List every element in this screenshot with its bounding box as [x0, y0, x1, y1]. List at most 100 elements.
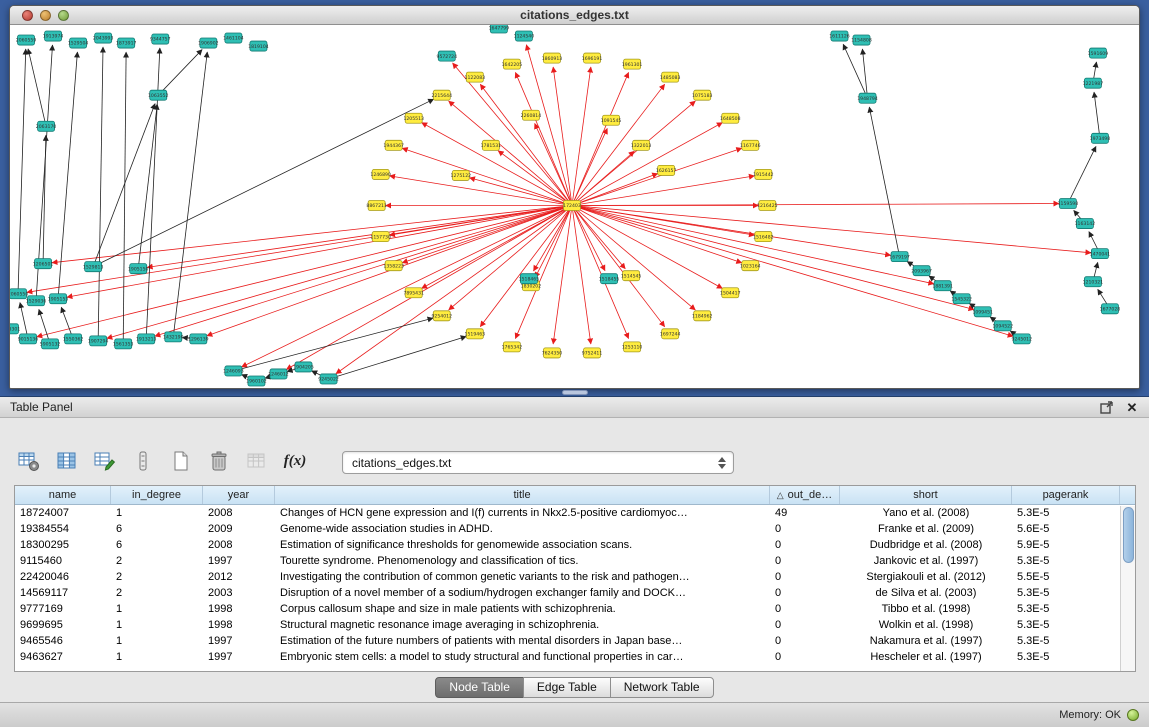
function-builder-icon[interactable]: f(x) [282, 448, 308, 474]
network-node[interactable]: 2260814 [521, 110, 542, 120]
network-node[interactable]: 1642205 [502, 59, 523, 69]
close-panel-icon[interactable]: ✕ [1125, 400, 1139, 414]
network-node[interactable]: 1961301 [622, 59, 643, 69]
network-node[interactable]: 1904205 [293, 362, 314, 372]
network-node[interactable]: 1167746 [740, 140, 761, 150]
network-node[interactable]: 1206501 [33, 259, 54, 269]
network-node[interactable]: 1697244 [660, 329, 681, 339]
network-node[interactable]: 9245022 [318, 374, 339, 384]
network-node[interactable]: 1432190 [163, 332, 184, 342]
network-node[interactable]: 1253110 [622, 342, 643, 352]
network-node[interactable]: 1913213 [136, 334, 157, 344]
network-node[interactable]: 1516482 [753, 232, 774, 242]
network-node[interactable]: 1545322 [951, 294, 972, 304]
table-row[interactable]: 911546021997Tourette syndrome. Phenomeno… [15, 553, 1120, 569]
network-node[interactable]: 7624350 [542, 348, 563, 358]
network-node[interactable]: 1461104 [223, 33, 244, 43]
network-node[interactable]: 1960102 [246, 376, 267, 386]
show-columns-icon[interactable] [54, 448, 80, 474]
network-node[interactable]: 1907294 [88, 336, 109, 346]
table-row[interactable]: 1872400712008Changes of HCN gene express… [15, 505, 1120, 521]
network-node[interactable]: 1091545 [601, 115, 622, 125]
network-node[interactable]: 1647799 [489, 25, 510, 33]
network-node[interactable]: 1529504 [68, 38, 89, 48]
column-header-title[interactable]: title [275, 486, 770, 504]
network-node[interactable]: 1157730 [370, 232, 391, 242]
network-node[interactable]: 1626157 [656, 165, 677, 175]
network-node[interactable]: 1860913 [542, 53, 563, 63]
network-node[interactable]: 1550362 [63, 334, 84, 344]
network-node[interactable]: 2060559 [16, 35, 37, 45]
network-node[interactable]: 1881391 [932, 281, 953, 291]
network-node[interactable]: 9015136 [18, 334, 39, 344]
network-node[interactable]: 9245012 [1012, 334, 1033, 344]
network-node[interactable]: 1358223 [383, 261, 404, 271]
network-canvas[interactable]: 1724031216425151648210231641504417118496… [10, 25, 1139, 388]
network-node[interactable]: 2060550 [10, 289, 28, 299]
table-row[interactable]: 946362711997Embryonic stem cells: a mode… [15, 649, 1120, 665]
network-node[interactable]: 1075183 [692, 90, 713, 100]
network-node[interactable]: 1184962 [692, 311, 713, 321]
network-node[interactable]: 9752411 [582, 348, 603, 358]
network-node[interactable]: 1561353 [113, 339, 134, 349]
float-panel-icon[interactable] [1099, 400, 1113, 414]
network-node[interactable]: 1948794 [857, 93, 878, 103]
network-node[interactable]: 1221987 [1083, 78, 1104, 88]
splitter-handle[interactable] [562, 390, 588, 395]
network-node[interactable]: 1485083 [660, 72, 681, 82]
network-node[interactable]: 1915442 [753, 169, 774, 179]
network-node[interactable]: 2043993 [93, 33, 114, 43]
network-node[interactable]: 1679197 [889, 252, 910, 262]
network-node[interactable]: 1514545 [621, 271, 642, 281]
network-node[interactable]: 2215644 [432, 90, 453, 100]
new-table-icon[interactable] [168, 448, 194, 474]
tab-edge-table[interactable]: Edge Table [523, 677, 611, 698]
row-height-icon[interactable] [130, 448, 156, 474]
network-node[interactable]: 1124540 [514, 31, 535, 41]
network-node[interactable]: 1944367 [383, 140, 404, 150]
network-node[interactable]: 1023164 [740, 261, 761, 271]
network-node[interactable]: 1504417 [720, 288, 741, 298]
tab-node-table[interactable]: Node Table [435, 677, 524, 698]
network-node[interactable]: 1210321 [1083, 277, 1104, 287]
network-node[interactable]: 1913974 [43, 31, 64, 41]
table-row[interactable]: 2242004622012Investigating the contribut… [15, 569, 1120, 585]
network-node[interactable]: 1183301 [10, 324, 20, 334]
table-selector-combo[interactable]: citations_edges.txt [342, 451, 734, 474]
network-node[interactable]: 1159598 [1058, 198, 1079, 208]
import-table-icon[interactable] [244, 448, 270, 474]
table-settings-icon[interactable] [16, 448, 42, 474]
column-header-out-de-[interactable]: △out_de… [770, 486, 840, 504]
network-node[interactable]: 1677028 [1100, 304, 1121, 314]
network-node[interactable]: 1529036 [26, 296, 47, 306]
table-row[interactable]: 969969511998Structural magnetic resonanc… [15, 617, 1120, 633]
network-node[interactable]: 1163142 [1075, 219, 1096, 229]
network-window-titlebar[interactable]: citations_edges.txt [10, 6, 1139, 25]
network-node[interactable]: 1205513 [403, 113, 424, 123]
column-header-pagerank[interactable]: pagerank [1012, 486, 1120, 504]
network-node[interactable]: 1296139 [188, 334, 209, 344]
network-node[interactable]: 1819104 [248, 41, 269, 51]
table-vertical-scrollbar[interactable] [1120, 506, 1135, 671]
network-node[interactable]: 1648508 [720, 113, 741, 123]
network-node[interactable]: 1275122 [451, 170, 472, 180]
network-node[interactable]: 1611126 [829, 31, 850, 41]
network-node[interactable]: 1529813 [83, 262, 104, 272]
network-node[interactable]: 1154808 [851, 35, 872, 45]
table-row[interactable]: 946554611997Estimation of the future num… [15, 633, 1120, 649]
column-header-short[interactable]: short [840, 486, 1012, 504]
network-node[interactable]: 172403 [563, 200, 581, 210]
scrollbar-thumb[interactable] [1123, 507, 1134, 563]
table-row[interactable]: 1830029562008Estimation of significance … [15, 537, 1120, 553]
network-node[interactable]: 7895431 [403, 288, 424, 298]
network-node[interactable]: 1973498 [1090, 133, 1111, 143]
network-node[interactable]: 1122083 [465, 72, 486, 82]
network-node[interactable]: 1905153 [48, 294, 69, 304]
network-node[interactable]: 1246012 [268, 369, 289, 379]
network-node[interactable]: 1518455 [599, 274, 620, 284]
network-node[interactable]: 1246890 [370, 169, 391, 179]
network-node[interactable]: 9572724 [437, 51, 458, 61]
column-header-in-degree[interactable]: in_degree [111, 486, 203, 504]
network-node[interactable]: 1781531 [481, 140, 502, 150]
network-node[interactable]: 1470041 [1090, 249, 1111, 259]
